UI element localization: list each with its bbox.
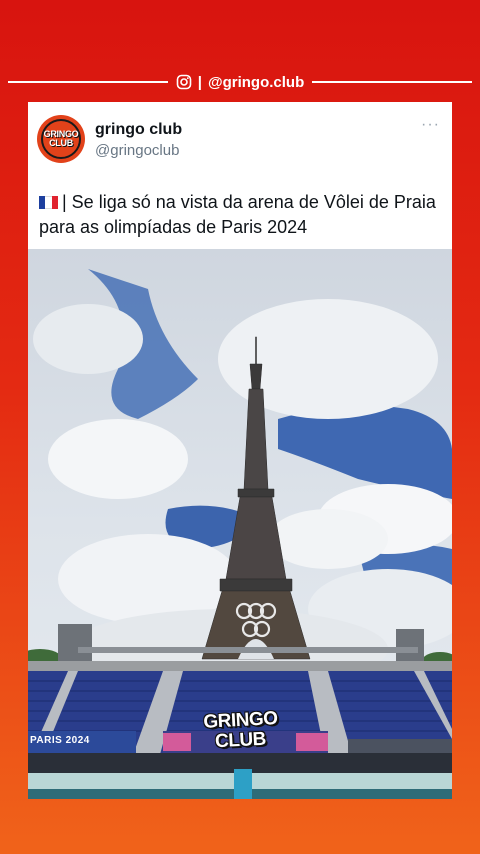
avatar-text-line2: CLUB (49, 138, 73, 148)
display-name[interactable]: gringo club (95, 121, 182, 139)
handle-group[interactable]: | @gringo.club (176, 73, 304, 91)
instagram-icon (176, 74, 192, 90)
france-flag-icon (39, 196, 58, 209)
account-handle[interactable]: @gringo.club (208, 74, 304, 91)
gringo-club-watermark: GRINGO CLUB (203, 708, 278, 753)
username[interactable]: @gringoclub (95, 142, 179, 159)
more-options-icon[interactable]: ··· (421, 116, 440, 134)
paris-2024-banner: PARIS 2024 (30, 735, 90, 746)
post-text: | Se liga só na vista da arena de Vôlei … (39, 190, 444, 240)
divider-line-right (312, 81, 472, 83)
divider-line-left (8, 81, 168, 83)
avatar[interactable]: GRINGO CLUB (37, 115, 85, 163)
post-header: GRINGO CLUB gringo club @gringoclub ··· (28, 102, 452, 182)
separator: | (197, 73, 202, 91)
top-handle-bar: | @gringo.club (8, 70, 472, 94)
post-image[interactable]: PARIS 2024 GRINGO CLUB (28, 249, 452, 799)
post-text-body: | Se liga só na vista da arena de Vôlei … (39, 192, 436, 237)
post-card: GRINGO CLUB gringo club @gringoclub ··· … (28, 102, 452, 799)
avatar-logo: GRINGO CLUB (41, 119, 81, 159)
watermark-line2: CLUB (214, 728, 267, 753)
